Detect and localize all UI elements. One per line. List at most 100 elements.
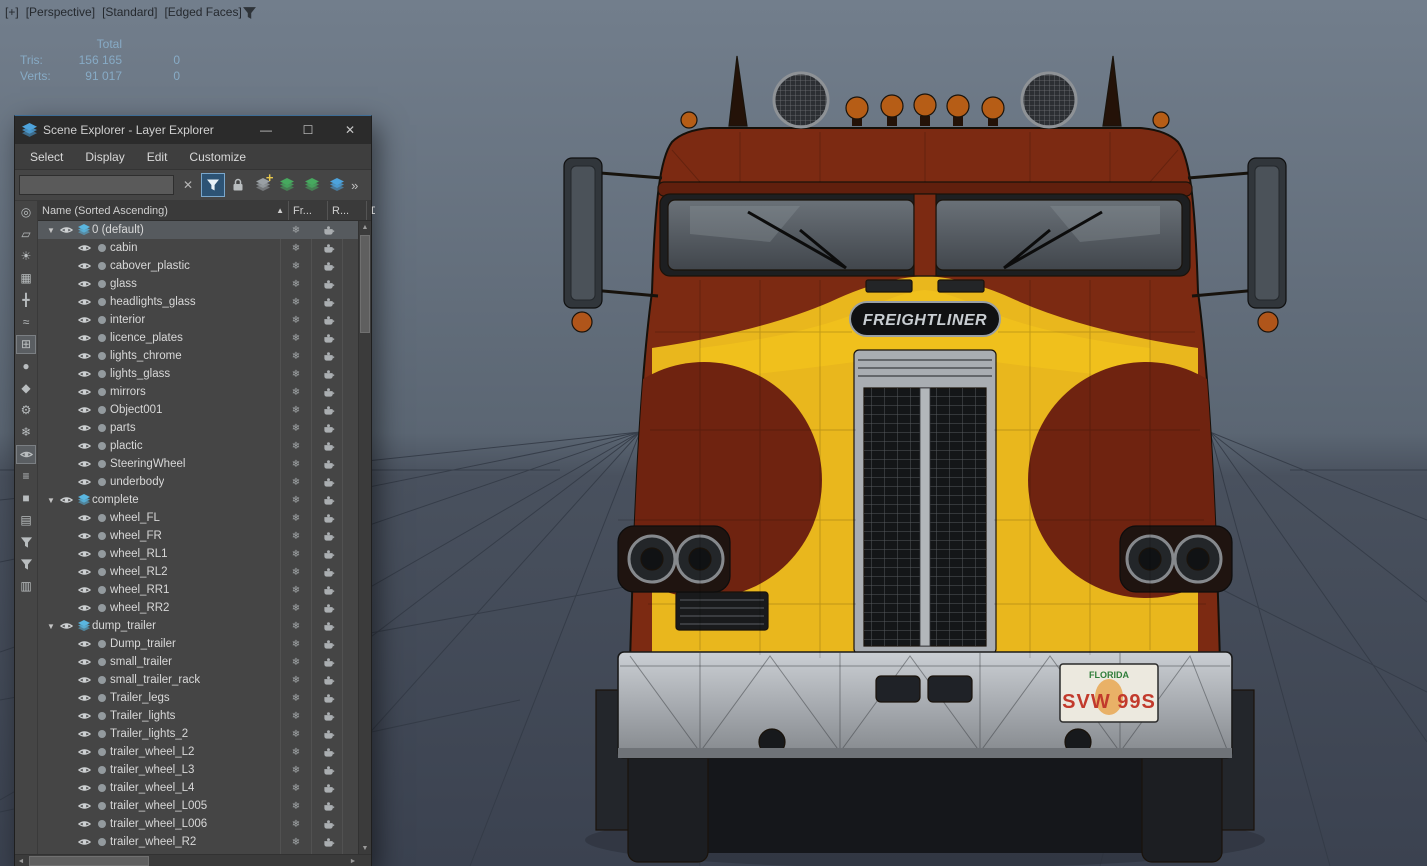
visibility-eye-icon[interactable]	[76, 711, 93, 721]
frozen-cell[interactable]: ❄	[282, 639, 310, 650]
visibility-eye-icon[interactable]	[76, 243, 93, 253]
tree-row[interactable]: underbody ❄	[38, 473, 358, 491]
list-view-icon[interactable]: ≡	[17, 468, 35, 485]
column-header-name[interactable]: Name (Sorted Ascending) ▲	[38, 201, 289, 220]
frozen-cell[interactable]: ❄	[282, 675, 310, 686]
render-cell[interactable]	[314, 693, 342, 704]
visibility-eye-icon[interactable]	[76, 765, 93, 775]
tree-row[interactable]: ▼ 0 (default) ❄	[38, 221, 358, 239]
expand-arrow-icon[interactable]: ▼	[44, 622, 58, 631]
frozen-cell[interactable]: ❄	[282, 315, 310, 326]
viewport-label-part-2[interactable]: [Standard]	[102, 5, 157, 19]
scroll-down-icon[interactable]: ▼	[359, 842, 371, 854]
frozen-cell[interactable]: ❄	[282, 351, 310, 362]
render-cell[interactable]	[314, 279, 342, 290]
column-header-frozen[interactable]: Fr...	[289, 201, 328, 220]
visibility-eye-icon[interactable]	[76, 837, 93, 847]
render-cell[interactable]	[314, 387, 342, 398]
tree-row[interactable]: trailer_wheel_L005 ❄	[38, 797, 358, 815]
frozen-cell[interactable]: ❄	[282, 405, 310, 416]
visibility-eye-icon[interactable]	[76, 369, 93, 379]
frozen-cell[interactable]: ❄	[282, 567, 310, 578]
render-cell[interactable]	[314, 657, 342, 668]
visibility-eye-icon[interactable]	[76, 585, 93, 595]
tree-row[interactable]: glass ❄	[38, 275, 358, 293]
tree-row[interactable]: ▼ complete ❄	[38, 491, 358, 509]
column-header-render[interactable]: R...	[328, 201, 367, 220]
render-cell[interactable]	[314, 441, 342, 452]
tree-row[interactable]: wheel_RR2 ❄	[38, 599, 358, 617]
tree-row[interactable]: Trailer_lights ❄	[38, 707, 358, 725]
frozen-cell[interactable]: ❄	[282, 495, 310, 506]
tree-row[interactable]: wheel_FL ❄	[38, 509, 358, 527]
render-cell[interactable]	[314, 405, 342, 416]
visibility-eye-icon[interactable]	[76, 405, 93, 415]
render-cell[interactable]	[314, 675, 342, 686]
tree-row[interactable]: wheel_RR1 ❄	[38, 581, 358, 599]
render-cell[interactable]	[314, 567, 342, 578]
render-cell[interactable]	[314, 819, 342, 830]
visibility-eye-icon[interactable]	[76, 693, 93, 703]
frozen-cell[interactable]: ❄	[282, 747, 310, 758]
add-selection-to-new-layer-button[interactable]	[301, 174, 323, 196]
tree-row[interactable]: parts ❄	[38, 419, 358, 437]
tree-row[interactable]: small_trailer ❄	[38, 653, 358, 671]
scroll-up-icon[interactable]: ▲	[359, 221, 371, 233]
tree-row[interactable]: cabin ❄	[38, 239, 358, 257]
tree-row[interactable]: wheel_RL2 ❄	[38, 563, 358, 581]
frozen-cell[interactable]: ❄	[282, 603, 310, 614]
render-cell[interactable]	[314, 729, 342, 740]
render-cell[interactable]	[314, 261, 342, 272]
visibility-eye-icon[interactable]	[76, 675, 93, 685]
visibility-eye-icon[interactable]	[76, 477, 93, 487]
render-cell[interactable]	[314, 531, 342, 542]
column-header-display[interactable]: Displ	[367, 201, 375, 220]
render-cell[interactable]	[314, 477, 342, 488]
frozen-cell[interactable]: ❄	[282, 531, 310, 542]
frozen-cell[interactable]: ❄	[282, 279, 310, 290]
viewport-label-part-0[interactable]: [+]	[5, 5, 19, 19]
visibility-eye-icon[interactable]	[76, 261, 93, 271]
display-helpers-icon[interactable]: ╋	[17, 292, 35, 309]
tree-row[interactable]: Trailer_lights_2 ❄	[38, 725, 358, 743]
frozen-cell[interactable]: ❄	[282, 819, 310, 830]
menu-customize[interactable]: Customize	[178, 150, 257, 164]
visibility-eye-icon[interactable]	[76, 279, 93, 289]
vertical-scrollbar[interactable]: ▲ ▼	[358, 221, 371, 854]
render-cell[interactable]	[314, 513, 342, 524]
titlebar[interactable]: Scene Explorer - Layer Explorer — ☐ ✕	[15, 116, 371, 144]
frozen-cell[interactable]: ❄	[282, 693, 310, 704]
tree-row[interactable]: plactic ❄	[38, 437, 358, 455]
maximize-button[interactable]: ☐	[287, 116, 329, 144]
render-cell[interactable]	[314, 297, 342, 308]
visibility-eye-icon[interactable]	[76, 567, 93, 577]
frozen-cell[interactable]: ❄	[282, 261, 310, 272]
visibility-eye-icon[interactable]	[76, 351, 93, 361]
viewport-label-part-1[interactable]: [Perspective]	[26, 5, 95, 19]
toolbar-overflow-chevron[interactable]: »	[351, 178, 367, 193]
visibility-eye-icon[interactable]	[76, 333, 93, 343]
selection-filter-button[interactable]	[200, 173, 225, 197]
render-cell[interactable]	[314, 711, 342, 722]
display-spacewarps-icon[interactable]: ≈	[17, 314, 35, 331]
tree-row[interactable]: wheel_FR ❄	[38, 527, 358, 545]
tree-row[interactable]: wheel_RL1 ❄	[38, 545, 358, 563]
freeze-toggle-icon[interactable]: ❄	[17, 424, 35, 441]
visibility-eye-icon[interactable]	[16, 445, 36, 464]
horizontal-scrollbar[interactable]: ◄ ►	[15, 854, 371, 866]
visibility-eye-icon[interactable]	[76, 549, 93, 559]
minimize-button[interactable]: —	[245, 116, 287, 144]
tree-row[interactable]: lights_chrome ❄	[38, 347, 358, 365]
make-layer-active-button[interactable]	[326, 174, 348, 196]
frozen-cell[interactable]: ❄	[282, 243, 310, 254]
render-cell[interactable]	[314, 225, 342, 236]
render-cell[interactable]	[314, 243, 342, 254]
frozen-cell[interactable]: ❄	[282, 333, 310, 344]
visibility-eye-icon[interactable]	[76, 423, 93, 433]
frozen-cell[interactable]: ❄	[282, 585, 310, 596]
vertical-scroll-thumb[interactable]	[360, 235, 370, 333]
visibility-eye-icon[interactable]	[76, 459, 93, 469]
render-cell[interactable]	[314, 333, 342, 344]
visibility-eye-icon[interactable]	[76, 531, 93, 541]
visibility-eye-icon[interactable]	[76, 783, 93, 793]
